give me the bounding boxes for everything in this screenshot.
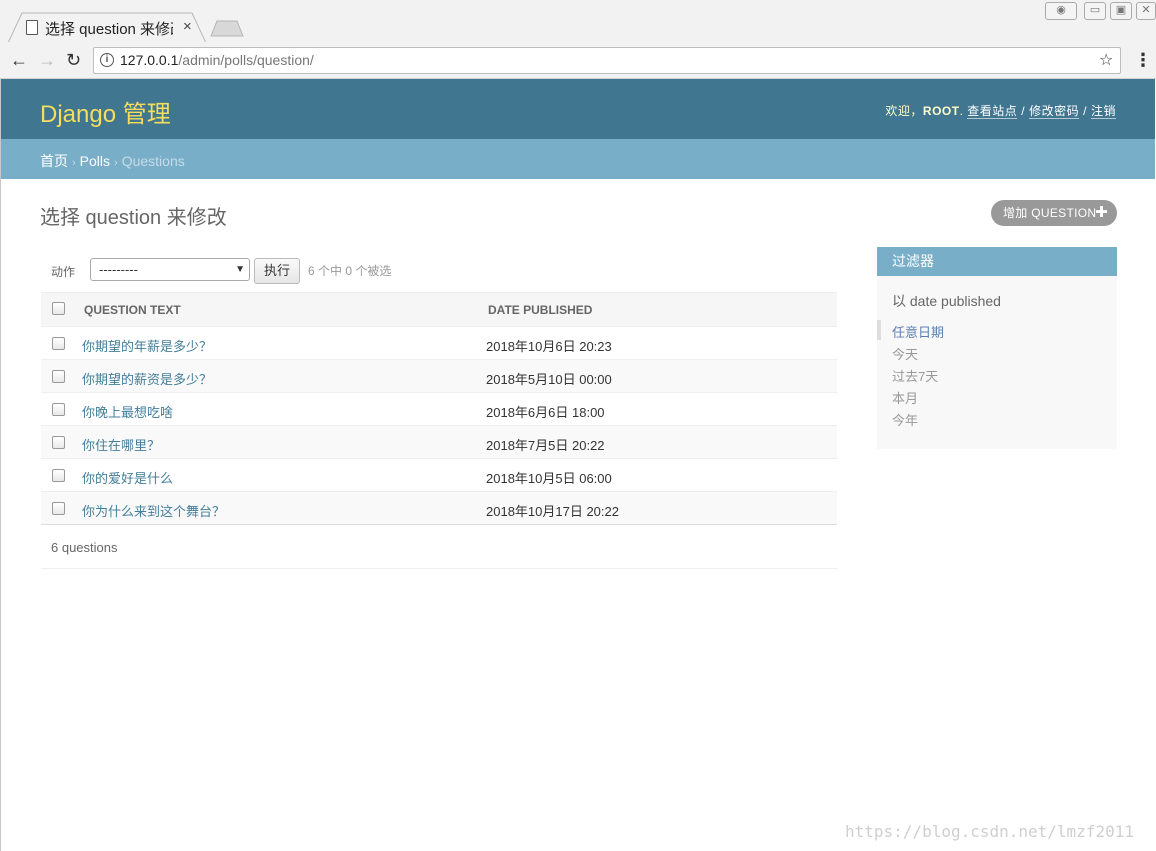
add-question-label: 增加 QUESTION <box>1003 206 1097 220</box>
site-branding[interactable]: Django 管理 <box>40 94 171 129</box>
breadcrumb-arrow: › <box>72 157 76 169</box>
date-published: 2018年6月6日 18:00 <box>486 405 605 420</box>
info-icon[interactable]: i <box>100 53 114 67</box>
change-password-link[interactable]: 修改密码 <box>1029 104 1080 119</box>
question-link[interactable]: 你的爱好是什么 <box>82 468 173 487</box>
date-published: 2018年5月10日 00:00 <box>486 372 612 387</box>
username: ROOT <box>922 104 960 118</box>
selected-indicator <box>877 320 881 340</box>
table-row: 你期望的薪资是多少？ 2018年5月10日 00:00 <box>41 360 837 393</box>
date-published: 2018年10月6日 20:23 <box>486 339 612 354</box>
action-counter: 6 个中 0 个被选 <box>308 264 392 278</box>
dropdown-arrow-icon: ▼ <box>235 264 245 275</box>
table-row: 你期望的年薪是多少？ 2018年10月6日 20:23 <box>41 327 837 360</box>
question-link[interactable]: 你为什么来到这个舞台？ <box>82 501 225 520</box>
action-label: 动作 <box>51 265 76 279</box>
filter-option-this-year[interactable]: 今年 <box>892 410 918 429</box>
breadcrumb-app[interactable]: Polls <box>80 153 110 169</box>
username-period: . <box>959 104 964 118</box>
user-tools: 欢迎，ROOT. 查看站点 / 修改密码 / 注销 <box>885 102 1116 119</box>
minimize-icon[interactable]: ▭ <box>1084 2 1106 20</box>
filter-option-past-7-days[interactable]: 过去7天 <box>892 366 938 385</box>
row-checkbox[interactable] <box>52 469 65 482</box>
table-row: 你为什么来到这个舞台？ 2018年10月17日 20:22 <box>41 492 837 525</box>
page-title: 选择 question 来修改 <box>40 207 227 229</box>
back-icon[interactable]: ← <box>10 50 28 71</box>
date-published: 2018年7月5日 20:22 <box>486 438 605 453</box>
filter-panel: 过滤器 以 date published 任意日期 今天 过去7天 本月 今年 <box>877 247 1117 449</box>
row-checkbox[interactable] <box>52 436 65 449</box>
column-question-text[interactable]: QUESTION TEXT <box>84 303 181 317</box>
row-checkbox[interactable] <box>52 370 65 383</box>
row-checkbox[interactable] <box>52 337 65 350</box>
page-icon <box>26 20 38 35</box>
date-published: 2018年10月5日 06:00 <box>486 471 612 486</box>
browser-menu-icon[interactable]: ⋮ <box>1134 50 1152 71</box>
profile-icon[interactable]: ◉ <box>1045 2 1077 20</box>
breadcrumb-current: Questions <box>121 153 185 169</box>
row-checkbox[interactable] <box>52 403 65 416</box>
question-link[interactable]: 你期望的薪资是多少？ <box>82 369 212 388</box>
select-all-checkbox[interactable] <box>52 302 65 315</box>
filter-option-this-month[interactable]: 本月 <box>892 388 918 407</box>
separator: / <box>1083 104 1087 118</box>
tab-title: 选择 question 来修改 <box>45 21 173 38</box>
logout-link[interactable]: 注销 <box>1090 104 1116 119</box>
result-count: 6 questions <box>51 540 118 555</box>
filter-title: 过滤器 <box>877 247 1117 276</box>
bookmark-star-icon[interactable]: ☆ <box>1099 50 1113 70</box>
watermark: https://blog.csdn.net/lmzf2011 <box>845 822 1134 841</box>
breadcrumb-arrow: › <box>114 157 118 169</box>
filter-by-label: 以 date published <box>892 293 1001 309</box>
close-tab-icon[interactable]: × <box>183 18 192 35</box>
date-published: 2018年10月17日 20:22 <box>486 504 619 519</box>
action-select-value: --------- <box>99 262 138 277</box>
column-date-published[interactable]: DATE PUBLISHED <box>488 303 592 317</box>
results-table: QUESTION TEXT DATE PUBLISHED 你期望的年薪是多少？ … <box>41 292 837 525</box>
question-link[interactable]: 你住在哪里？ <box>82 435 160 454</box>
filter-option-any-date[interactable]: 任意日期 <box>892 322 944 341</box>
actions-bar: 动作 --------- ▼ 执行 6 个中 0 个被选 <box>41 255 837 291</box>
question-link[interactable]: 你晚上最想吃啥 <box>82 402 173 421</box>
reload-icon[interactable]: ↻ <box>66 50 81 71</box>
table-row: 你住在哪里？ 2018年7月5日 20:22 <box>41 426 837 459</box>
maximize-icon[interactable]: ▣ <box>1110 2 1132 20</box>
view-site-link[interactable]: 查看站点 <box>967 104 1018 119</box>
action-select[interactable]: --------- ▼ <box>90 258 250 281</box>
forward-icon[interactable]: → <box>38 50 56 71</box>
window-border <box>0 79 1 851</box>
table-row: 你晚上最想吃啥 2018年6月6日 18:00 <box>41 393 837 426</box>
row-checkbox[interactable] <box>52 502 65 515</box>
action-go-button[interactable]: 执行 <box>254 258 300 284</box>
close-window-icon[interactable]: ✕ <box>1136 2 1156 20</box>
url-text[interactable]: 127.0.0.1/admin/polls/question/ <box>120 52 314 68</box>
table-row: 你的爱好是什么 2018年10月5日 06:00 <box>41 459 837 492</box>
breadcrumb-home[interactable]: 首页 <box>40 153 68 169</box>
url-path: /admin/polls/question/ <box>178 52 314 68</box>
welcome-text: 欢迎， <box>885 104 923 118</box>
add-question-button[interactable]: 增加 QUESTION ✚ <box>991 200 1117 226</box>
table-header: QUESTION TEXT DATE PUBLISHED <box>41 292 837 327</box>
url-host: 127.0.0.1 <box>120 52 179 68</box>
paginator: 6 questions <box>41 524 837 569</box>
filter-option-today[interactable]: 今天 <box>892 344 918 363</box>
question-link[interactable]: 你期望的年薪是多少？ <box>82 336 212 355</box>
separator: / <box>1021 104 1026 118</box>
new-tab-button[interactable] <box>210 20 244 37</box>
breadcrumb: 首页 › Polls › Questions <box>40 151 185 171</box>
plus-icon: ✚ <box>1095 204 1108 221</box>
